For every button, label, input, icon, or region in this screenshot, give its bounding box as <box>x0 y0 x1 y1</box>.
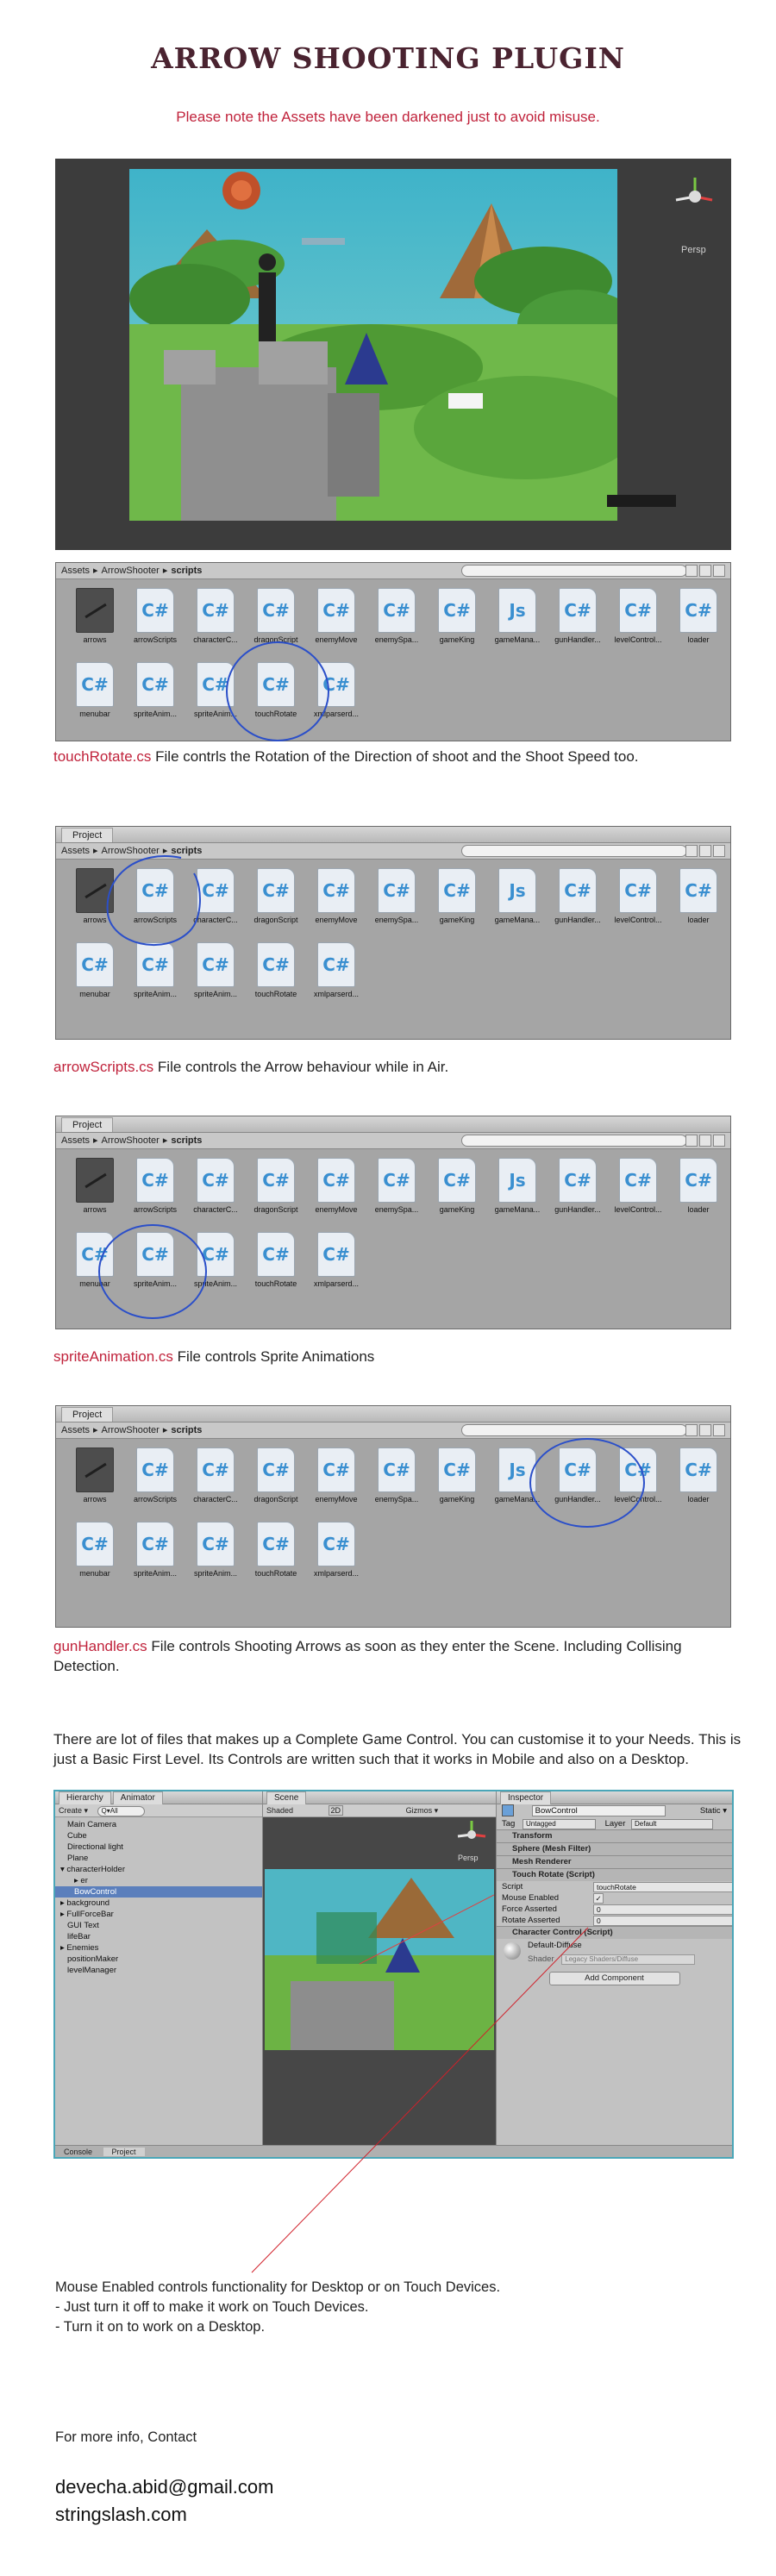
note-line-2: - Just turn it off to make it work on To… <box>55 2299 369 2315</box>
contact-email[interactable]: devecha.abid@gmail.com <box>55 2476 273 2498</box>
note-line-1: Mouse Enabled controls functionality for… <box>55 2279 501 2295</box>
pointer-line <box>251 1927 589 2273</box>
note-line-3: - Turn it on to work on a Desktop. <box>55 2319 266 2335</box>
mouse-enabled-note: Mouse Enabled controls functionality for… <box>55 2278 745 2337</box>
contact-label: For more info, Contact <box>55 2429 197 2445</box>
contact-site[interactable]: stringslash.com <box>55 2504 187 2526</box>
